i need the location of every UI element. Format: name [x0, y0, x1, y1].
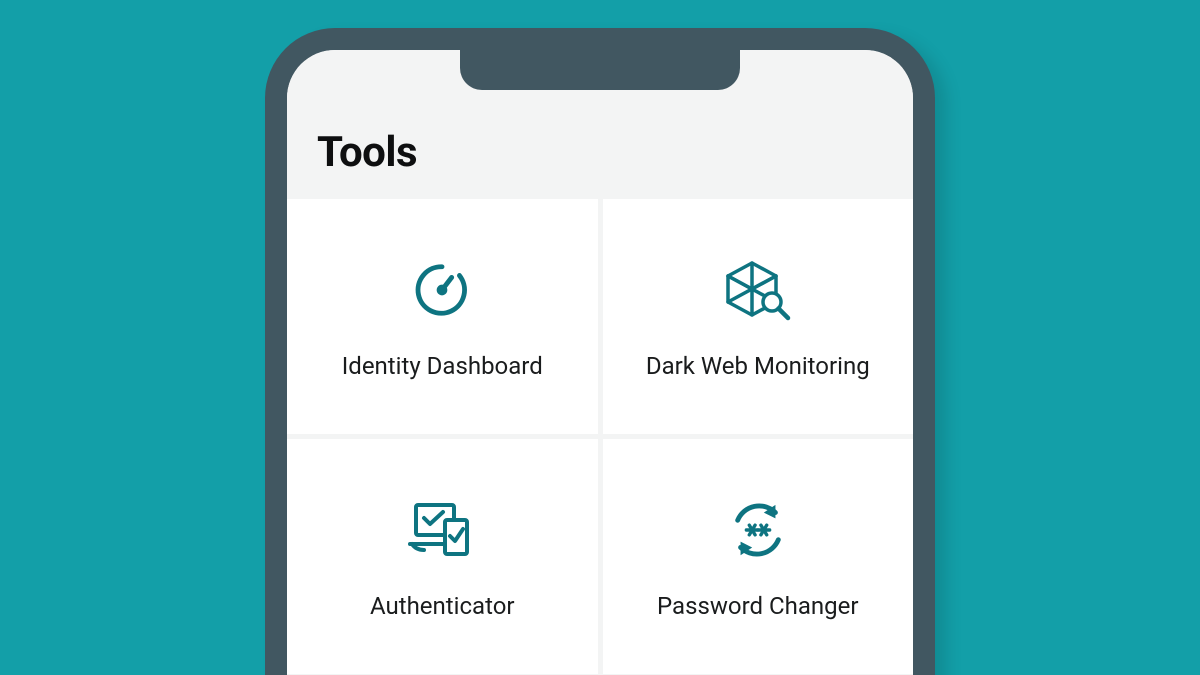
- tool-label: Dark Web Monitoring: [628, 351, 888, 381]
- phone-device-frame: Tools Identity Dashboard: [265, 28, 935, 675]
- password-refresh-icon: [721, 493, 795, 567]
- tool-label: Password Changer: [639, 591, 876, 621]
- tool-card-identity-dashboard[interactable]: Identity Dashboard: [287, 199, 598, 434]
- tool-label: Identity Dashboard: [324, 351, 561, 381]
- phone-screen: Tools Identity Dashboard: [287, 50, 913, 675]
- tools-grid: Identity Dashboard: [287, 199, 913, 674]
- tool-card-authenticator[interactable]: Authenticator: [287, 439, 598, 674]
- tool-card-password-changer[interactable]: Password Changer: [603, 439, 914, 674]
- phone-notch: [460, 50, 740, 90]
- gauge-icon: [405, 253, 479, 327]
- tool-label: Authenticator: [352, 591, 533, 621]
- cube-search-icon: [721, 253, 795, 327]
- page-title: Tools: [317, 128, 883, 177]
- tool-card-dark-web-monitoring[interactable]: Dark Web Monitoring: [603, 199, 914, 434]
- devices-check-icon: [405, 493, 479, 567]
